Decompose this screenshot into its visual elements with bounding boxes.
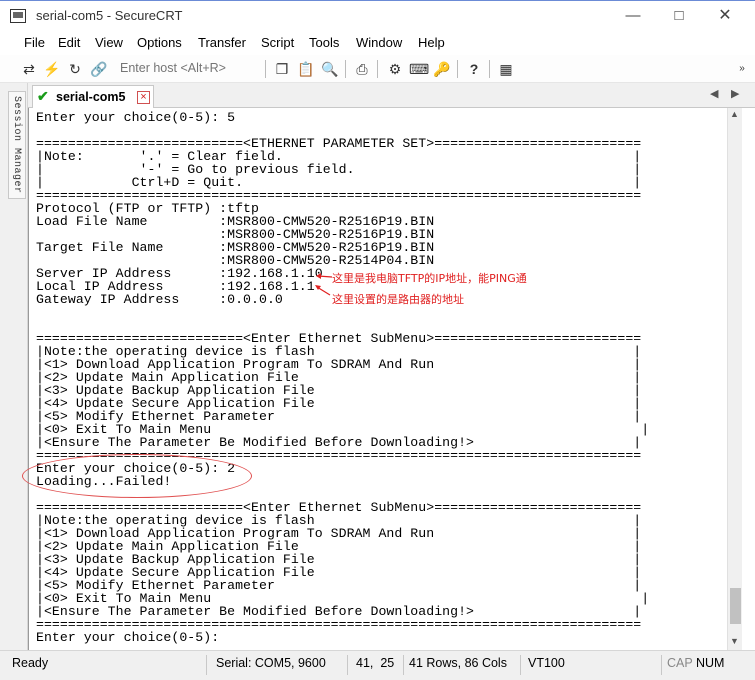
menu-help[interactable]: Help <box>418 35 445 50</box>
status-terminal-size: 41 Rows, 86 Cols <box>409 656 507 670</box>
connected-check-icon: ✔ <box>37 88 49 104</box>
toolbar-divider <box>457 60 458 78</box>
tab-label: serial-com5 <box>56 90 126 104</box>
menu-view[interactable]: View <box>95 35 123 50</box>
server-ip-arrowhead <box>316 273 321 279</box>
session-tab-row: ✔ serial-com5 × ◀ ▶ <box>28 83 755 108</box>
connect-icon[interactable]: ⇄ <box>20 60 38 78</box>
title-bar: serial-com5 - SecureCRT — □ ✕ <box>0 0 755 31</box>
toolbar-divider <box>265 60 266 78</box>
terminal-scrollbar[interactable]: ▲ ▼ <box>727 108 742 650</box>
terminal-output[interactable]: Enter your choice(0-5): 5 ===============… <box>36 111 726 647</box>
session-manager-tab[interactable]: Session Manager <box>8 91 26 199</box>
terminal-line: Enter your choice(0-5): 5 <box>36 111 236 125</box>
securecrt-app-icon[interactable] <box>10 9 26 23</box>
tab-next-icon[interactable]: ▶ <box>731 87 739 100</box>
scroll-up-icon[interactable]: ▲ <box>730 109 739 119</box>
status-divider <box>347 655 348 675</box>
toolbar: ⇄ ⚡ ↻ 🔗 ❐ 📋 🔍 ⎙ ⚙ ⌨ 🔑 ? ▦ » <box>0 55 755 83</box>
find-icon[interactable]: 🔍 <box>321 60 339 78</box>
print-icon[interactable]: ⎙ <box>353 60 371 78</box>
script-icon[interactable]: ▦ <box>497 60 515 78</box>
close-window-button[interactable]: ✕ <box>702 3 748 31</box>
status-divider <box>520 655 521 675</box>
tab-prev-icon[interactable]: ◀ <box>710 87 718 100</box>
status-connection: Serial: COM5, 9600 <box>216 656 326 670</box>
status-divider <box>206 655 207 675</box>
toolbar-divider <box>489 60 490 78</box>
status-caps-lock: CAP <box>667 656 693 670</box>
quick-connect-icon[interactable]: ⚡ <box>43 60 61 78</box>
sftp-icon[interactable]: 🔑 <box>433 60 451 78</box>
scrollbar-thumb[interactable] <box>730 588 741 624</box>
highlight-circle <box>22 454 252 498</box>
window-title: serial-com5 - SecureCRT <box>36 8 183 23</box>
menu-window[interactable]: Window <box>356 35 402 50</box>
status-ready: Ready <box>12 656 49 670</box>
server-ip-annotation: 这里是我电脑TFTP的IP地址，能PING通 <box>332 272 527 285</box>
host-input[interactable] <box>118 58 263 78</box>
session-manager-strip: Session Manager <box>0 83 28 650</box>
paste-icon[interactable]: 📋 <box>297 60 315 78</box>
menu-options[interactable]: Options <box>137 35 182 50</box>
session-manager-label: Session Manager <box>11 96 22 194</box>
copy-icon[interactable]: ❐ <box>273 60 291 78</box>
menu-tools[interactable]: Tools <box>309 35 339 50</box>
terminal-line: Enter your choice(0-5): <box>36 630 220 645</box>
menu-edit[interactable]: Edit <box>58 35 80 50</box>
minimize-button[interactable]: — <box>610 3 656 31</box>
tab-close-icon[interactable]: × <box>137 91 150 104</box>
settings-icon[interactable]: ⚙ <box>386 60 404 78</box>
menu-transfer[interactable]: Transfer <box>198 35 246 50</box>
menu-bar: File Edit View Options Transfer Script T… <box>0 31 755 55</box>
maximize-button[interactable]: □ <box>656 3 702 31</box>
menu-file[interactable]: File <box>24 35 45 50</box>
annotation-arrows <box>315 273 333 296</box>
tab-serial-com5[interactable]: ✔ serial-com5 × <box>32 85 154 108</box>
scroll-down-icon[interactable]: ▼ <box>730 636 739 646</box>
status-bar: Ready Serial: COM5, 9600 41, 25 41 Rows,… <box>0 650 755 680</box>
status-emulation: VT100 <box>528 656 565 670</box>
disconnect-icon[interactable]: 🔗 <box>90 60 108 78</box>
toolbar-divider <box>377 60 378 78</box>
terminal-line: Gateway IP Address :0.0.0.0 <box>36 292 283 307</box>
toolbar-overflow-icon[interactable]: » <box>733 60 751 78</box>
local-ip-annotation: 这里设置的是路由器的地址 <box>332 293 464 306</box>
status-num-lock: NUM <box>696 656 725 670</box>
reconnect-icon[interactable]: ↻ <box>66 60 84 78</box>
status-divider <box>661 655 662 675</box>
status-cursor-position: 41, 25 <box>356 656 395 670</box>
keymap-icon[interactable]: ⌨ <box>409 60 429 78</box>
menu-script[interactable]: Script <box>261 35 294 50</box>
toolbar-divider <box>345 60 346 78</box>
help-icon[interactable]: ? <box>465 60 483 78</box>
status-divider <box>403 655 404 675</box>
